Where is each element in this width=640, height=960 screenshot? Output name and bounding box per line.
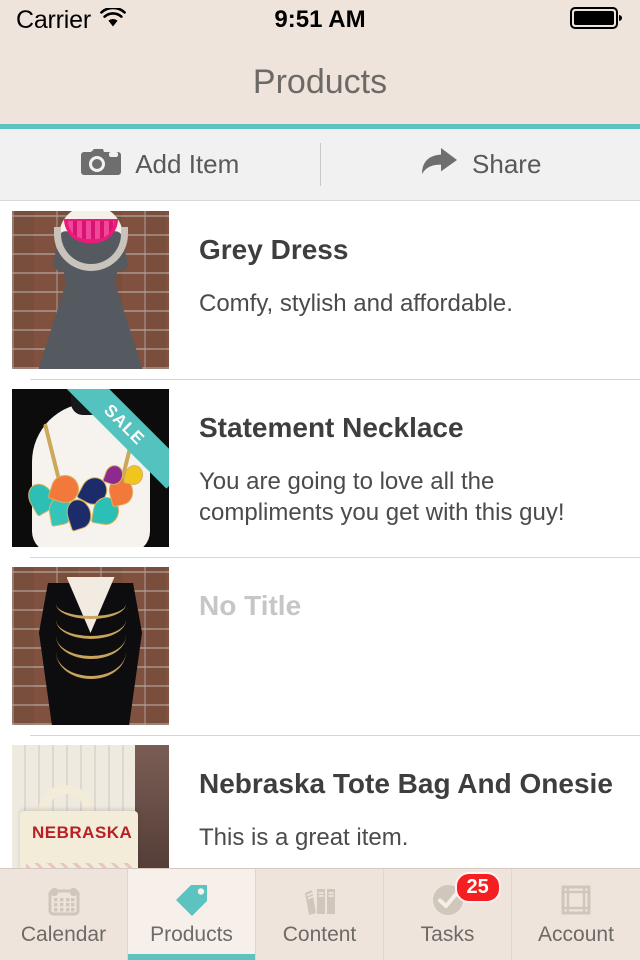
product-description: You are going to love all the compliment…	[199, 467, 565, 527]
tab-account[interactable]: Account	[512, 869, 640, 960]
carrier-label: Carrier	[16, 5, 91, 34]
product-text: Nebraska Tote Bag And Onesie This is a g…	[169, 745, 640, 853]
product-list-item[interactable]: Grey Dress Comfy, stylish and affordable…	[0, 201, 640, 379]
product-text: No Title	[169, 567, 640, 644]
app-root: Carrier 9:51 AM Products Add Item Share …	[0, 0, 640, 960]
add-item-label: Add Item	[135, 149, 240, 179]
tab-products[interactable]: Products	[128, 869, 256, 960]
share-arrow-icon	[419, 146, 459, 183]
product-list-item[interactable]: NEBRASKA Nebraska Tote Bag And Onesie Th…	[0, 735, 640, 868]
tab-tasks[interactable]: 25 Tasks	[384, 869, 512, 960]
product-list-item[interactable]: SALE Statement Necklace You are going to…	[0, 379, 640, 557]
battery-full-icon	[570, 6, 624, 35]
status-bar-right	[570, 6, 624, 35]
share-button[interactable]: Share	[321, 129, 640, 200]
calendar-icon	[46, 882, 82, 918]
tab-calendar[interactable]: Calendar	[0, 869, 128, 960]
product-list-item[interactable]: No Title	[0, 557, 640, 735]
product-thumbnail: NEBRASKA	[12, 745, 169, 868]
product-thumbnail: SALE	[12, 389, 169, 547]
tasks-badge: 25	[454, 872, 501, 903]
product-text: Grey Dress Comfy, stylish and affordable…	[169, 211, 640, 319]
product-thumbnail	[12, 567, 169, 725]
share-label: Share	[472, 149, 542, 179]
status-bar-left: Carrier	[16, 6, 126, 35]
tote-text: NEBRASKA	[32, 823, 133, 842]
product-description: Comfy, stylish and affordable.	[199, 289, 513, 317]
check-circle-icon: 25	[429, 872, 501, 918]
tab-content-label: Content	[282, 923, 357, 946]
action-toolbar: Add Item Share	[0, 129, 640, 201]
tab-tasks-label: Tasks	[420, 923, 475, 946]
product-title: Nebraska Tote Bag And Onesie	[199, 768, 613, 799]
frame-icon	[558, 882, 594, 918]
nav-bar: Products	[0, 40, 640, 124]
product-title: Grey Dress	[199, 234, 349, 265]
books-icon	[302, 882, 338, 918]
add-item-button[interactable]: Add Item	[0, 129, 320, 200]
product-thumbnail	[12, 211, 169, 369]
product-description: This is a great item.	[199, 823, 409, 851]
tab-products-label: Products	[150, 923, 233, 946]
status-bar: Carrier 9:51 AM	[0, 0, 640, 40]
tab-calendar-label: Calendar	[20, 923, 107, 946]
product-list[interactable]: Grey Dress Comfy, stylish and affordable…	[0, 201, 640, 868]
tag-icon	[173, 882, 211, 918]
camera-icon	[80, 146, 122, 183]
page-title: Products	[252, 62, 388, 101]
product-title-placeholder: No Title	[199, 590, 302, 621]
product-text: Statement Necklace You are going to love…	[169, 389, 640, 529]
tab-bar: Calendar Products Content 25 Tasks Accou…	[0, 868, 640, 960]
wifi-icon	[100, 6, 126, 33]
product-title: Statement Necklace	[199, 412, 464, 443]
tab-content[interactable]: Content	[256, 869, 384, 960]
tab-account-label: Account	[538, 923, 614, 946]
